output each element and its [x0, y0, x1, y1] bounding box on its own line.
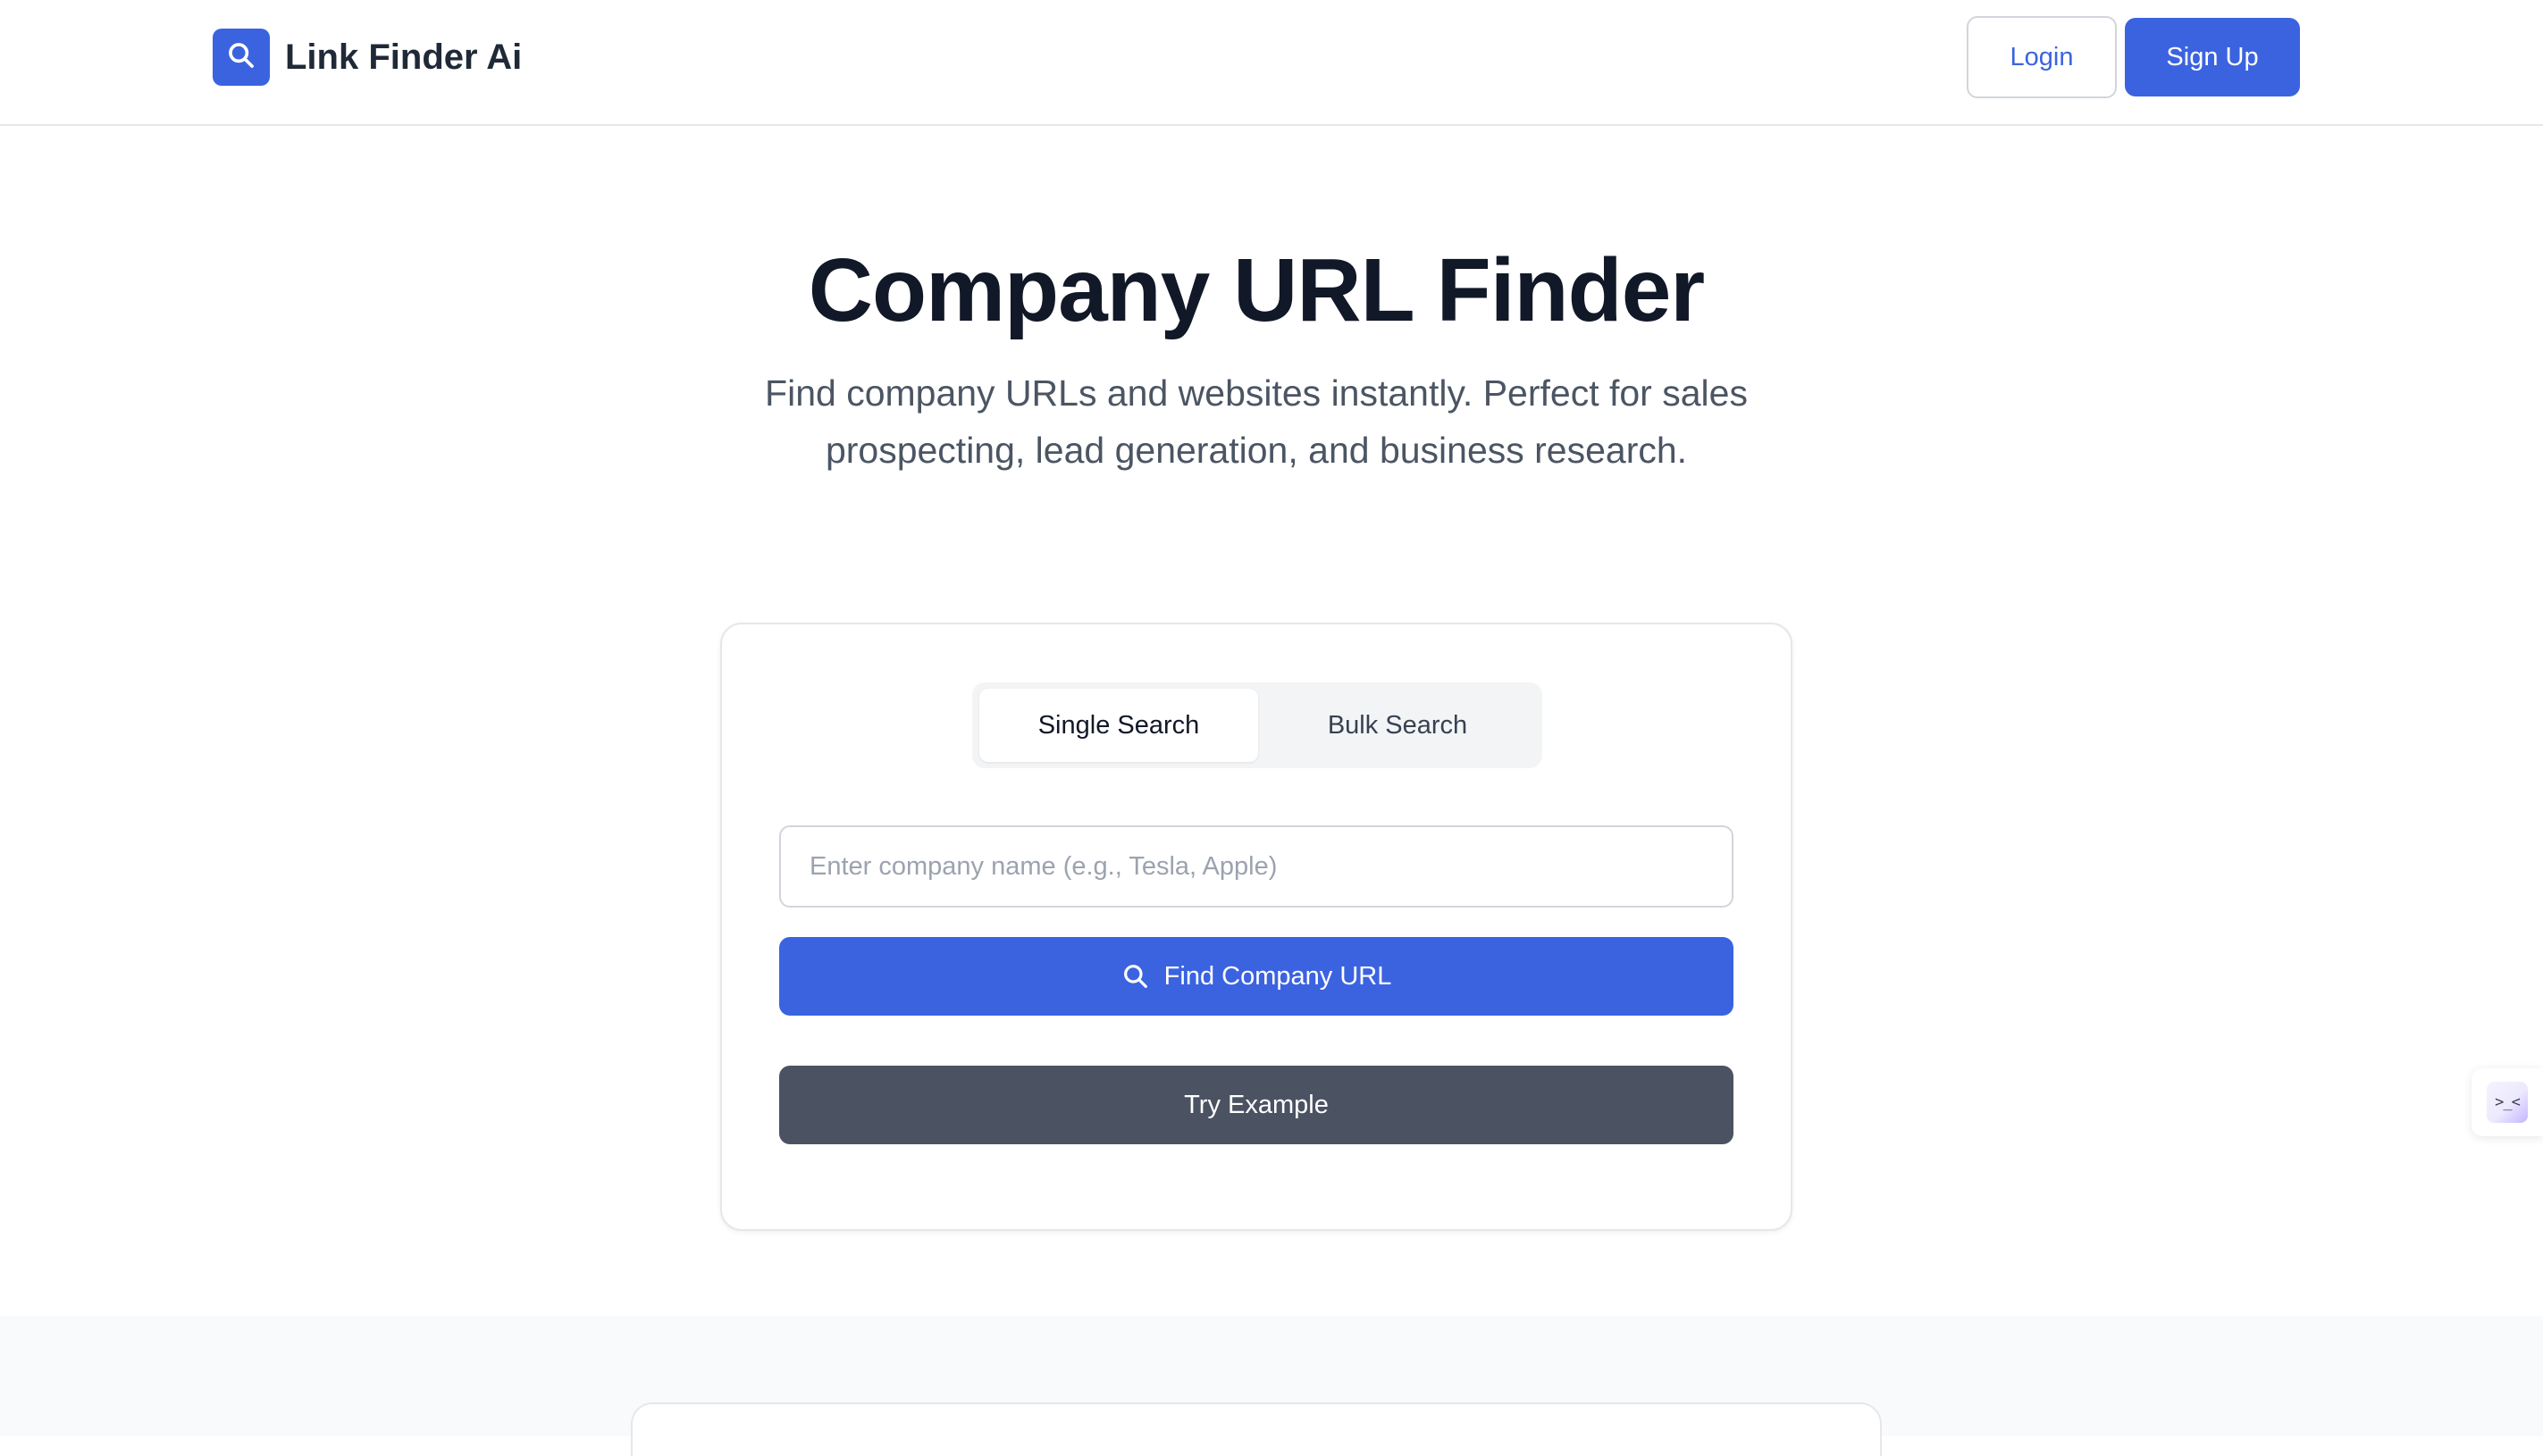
page-subtitle: Find company URLs and websites instantly…	[765, 372, 1748, 471]
widget-face-icon: >_<	[2487, 1082, 2528, 1123]
search-icon	[226, 40, 256, 75]
company-name-input[interactable]	[779, 825, 1733, 908]
lower-card	[631, 1402, 1882, 1456]
login-button[interactable]: Login	[1967, 16, 2117, 98]
brand[interactable]: Link Finder Ai	[213, 29, 522, 86]
search-mode-tabs: Single Search Bulk Search	[972, 682, 1542, 768]
search-card: Single Search Bulk Search Find Company U…	[720, 623, 1792, 1231]
signup-button[interactable]: Sign Up	[2125, 18, 2300, 96]
brand-logo	[213, 29, 270, 86]
floating-widget-button[interactable]: >_<	[2472, 1068, 2543, 1136]
top-navbar: Link Finder Ai Login Sign Up	[0, 0, 2543, 126]
lower-section	[0, 1316, 2543, 1456]
page-title: Company URL Finder	[808, 240, 1705, 340]
try-example-button[interactable]: Try Example	[779, 1066, 1733, 1144]
search-icon	[1121, 962, 1150, 991]
find-company-url-button[interactable]: Find Company URL	[779, 937, 1733, 1016]
tab-bulk-search[interactable]: Bulk Search	[1258, 689, 1537, 762]
tab-single-search[interactable]: Single Search	[979, 689, 1258, 762]
brand-name: Link Finder Ai	[285, 37, 523, 77]
find-button-label: Find Company URL	[1163, 961, 1392, 991]
